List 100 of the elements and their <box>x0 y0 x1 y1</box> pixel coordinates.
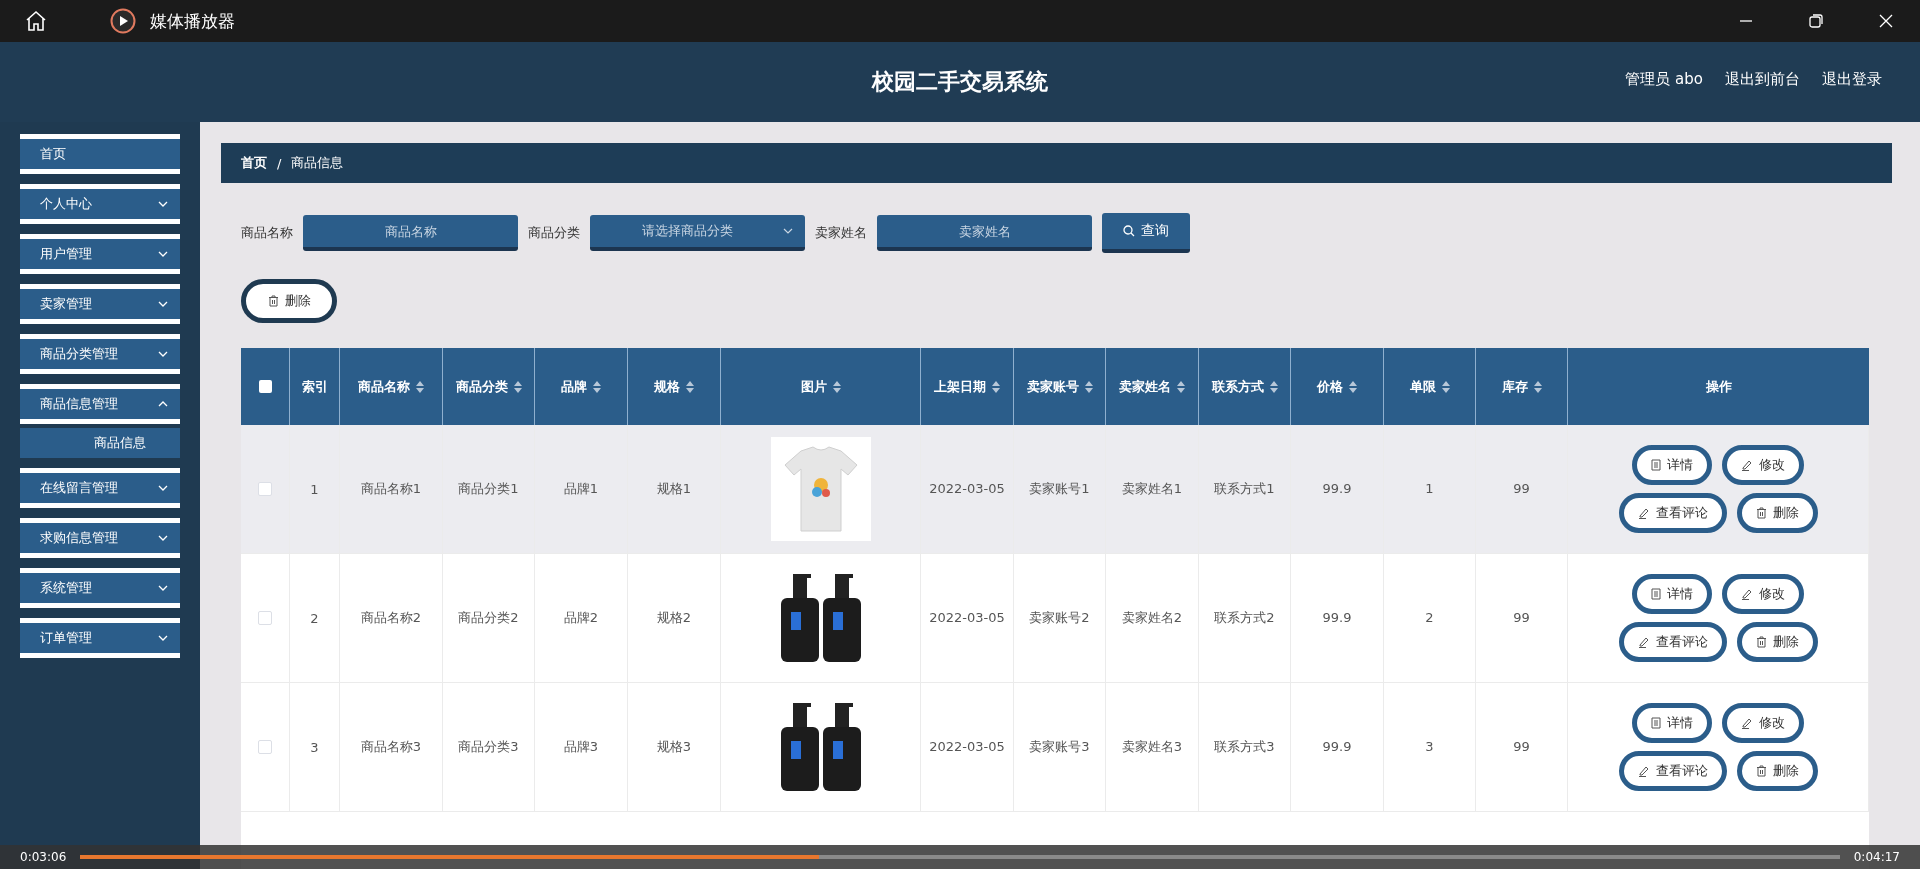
chevron-icon <box>158 351 168 357</box>
input-field[interactable]: 商品名称 <box>303 215 518 251</box>
row-action-button[interactable]: 修改 <box>1722 703 1804 743</box>
table-cell-text: 2022-03-05 <box>929 480 1005 498</box>
table-cell-text: 99.9 <box>1322 738 1352 756</box>
table-cell: 品牌2 <box>563 609 599 627</box>
trash-icon <box>267 295 279 307</box>
table-cell-text: 2022-03-05 <box>929 609 1005 627</box>
row-action-button[interactable]: 详情 <box>1632 703 1712 743</box>
row-action-button[interactable]: 删除 <box>1736 622 1818 662</box>
pen-icon <box>1637 765 1650 777</box>
pen-icon <box>1637 507 1650 519</box>
row-action-button[interactable]: 修改 <box>1722 574 1804 614</box>
header-link[interactable]: 退出登录 <box>1822 70 1882 89</box>
sidebar-item[interactable]: 商品信息管理 <box>20 384 180 424</box>
system-title: 校园二手交易系统 <box>872 68 1048 96</box>
sidebar-label: 用户管理 <box>40 245 92 263</box>
chevron-icon <box>158 401 168 407</box>
sidebar-item[interactable]: 在线留言管理 <box>20 468 180 508</box>
header-link[interactable]: 退出到前台 <box>1725 70 1800 89</box>
sort-icon[interactable] <box>1533 381 1542 393</box>
row-action-button[interactable]: 查看评论 <box>1618 493 1727 533</box>
row-action-button[interactable]: 查看评论 <box>1618 751 1727 791</box>
close-icon[interactable] <box>1878 13 1894 29</box>
table-cell-text: 卖家姓名2 <box>1121 609 1183 627</box>
table-cell: 品牌3 <box>563 738 599 756</box>
sidebar-item[interactable]: 首页 <box>20 134 180 174</box>
sort-icon[interactable] <box>1084 381 1093 393</box>
chevron-icon <box>158 201 168 207</box>
row-checkbox[interactable] <box>258 611 272 625</box>
sidebar-label: 系统管理 <box>40 579 92 597</box>
table-cell-text: 99 <box>1513 609 1530 627</box>
field-label: 卖家姓名 <box>815 224 867 242</box>
row-action-button[interactable]: 详情 <box>1632 445 1712 485</box>
table-cell: 3 <box>310 739 319 755</box>
table-cell-text: 卖家账号3 <box>1029 738 1090 756</box>
chevron-icon <box>158 251 168 257</box>
sidebar-label: 卖家管理 <box>40 295 92 313</box>
sidebar-subitem[interactable]: 商品信息 <box>20 428 180 458</box>
table-cell: 品牌1 <box>563 480 599 498</box>
row-action-button[interactable]: 查看评论 <box>1618 622 1727 662</box>
sidebar-item[interactable]: 求购信息管理 <box>20 518 180 558</box>
sidebar-label: 商品分类管理 <box>40 345 118 363</box>
sidebar-item[interactable]: 卖家管理 <box>20 284 180 324</box>
search-button[interactable]: 查询 <box>1102 213 1190 253</box>
table-cell: 商品分类2 <box>458 609 519 627</box>
sort-icon[interactable] <box>1269 381 1278 393</box>
table-cell: 规格2 <box>656 609 692 627</box>
table-cell-text: 2 <box>1425 609 1434 627</box>
row-checkbox[interactable] <box>258 740 272 754</box>
restore-icon[interactable] <box>1808 13 1824 29</box>
delete-button[interactable]: 删除 <box>241 279 337 323</box>
sort-icon[interactable] <box>686 381 694 393</box>
sidebar-item[interactable]: 个人中心 <box>20 184 180 224</box>
table-cell: 商品名称3 <box>360 738 422 756</box>
breadcrumb-item[interactable]: 首页 <box>241 154 267 172</box>
row-action-button[interactable]: 删除 <box>1736 751 1818 791</box>
table-cell: 商品名称2 <box>360 609 422 627</box>
table-cell-text: 联系方式1 <box>1214 480 1275 498</box>
sidebar-label: 求购信息管理 <box>40 529 118 547</box>
sort-icon[interactable] <box>513 381 522 393</box>
sidebar-item[interactable]: 用户管理 <box>20 234 180 274</box>
table-cell: 2 <box>310 610 319 626</box>
sort-icon[interactable] <box>832 381 841 393</box>
table-cell-text: 卖家账号1 <box>1029 480 1090 498</box>
sort-icon[interactable] <box>1177 381 1185 393</box>
input-field[interactable]: 卖家姓名 <box>877 215 1092 251</box>
row-action-button[interactable]: 详情 <box>1632 574 1712 614</box>
document-icon <box>1651 717 1661 729</box>
table-cell-text: 联系方式3 <box>1214 738 1275 756</box>
sort-icon[interactable] <box>1349 381 1357 393</box>
trash-icon <box>1755 765 1767 777</box>
search-icon <box>1123 225 1135 237</box>
row-action-button[interactable]: 修改 <box>1722 445 1804 485</box>
sidebar-label: 在线留言管理 <box>40 479 118 497</box>
sidebar-item[interactable]: 订单管理 <box>20 618 180 658</box>
sort-icon[interactable] <box>593 381 601 393</box>
table-cell-text: 99.9 <box>1322 480 1352 498</box>
table-cell: 商品分类1 <box>458 480 519 498</box>
sidebar-label: 商品信息管理 <box>40 395 118 413</box>
table-cell-text: 99 <box>1513 738 1530 756</box>
breadcrumb-item: 商品信息 <box>291 154 344 172</box>
pen-icon <box>1741 588 1753 600</box>
sort-icon[interactable] <box>416 381 424 393</box>
home-icon[interactable] <box>24 9 48 33</box>
select-all-checkbox[interactable] <box>258 380 272 393</box>
table-cell-text: 卖家账号2 <box>1029 609 1090 627</box>
category-select[interactable]: 请选择商品分类 <box>590 215 805 251</box>
sidebar-label: 订单管理 <box>40 629 92 647</box>
total-time: 0:04:17 <box>1853 850 1900 864</box>
table-cell-text: 卖家姓名3 <box>1121 738 1183 756</box>
sort-icon[interactable] <box>1441 381 1450 393</box>
sidebar-item[interactable]: 商品分类管理 <box>20 334 180 374</box>
sidebar-label: 首页 <box>40 145 66 163</box>
sidebar-item[interactable]: 系统管理 <box>20 568 180 608</box>
sort-icon[interactable] <box>992 381 1000 393</box>
row-action-button[interactable]: 删除 <box>1736 493 1818 533</box>
table-cell-text: 卖家姓名1 <box>1121 480 1183 498</box>
user-label: 管理员 abo <box>1625 70 1703 89</box>
row-checkbox[interactable] <box>258 482 272 496</box>
